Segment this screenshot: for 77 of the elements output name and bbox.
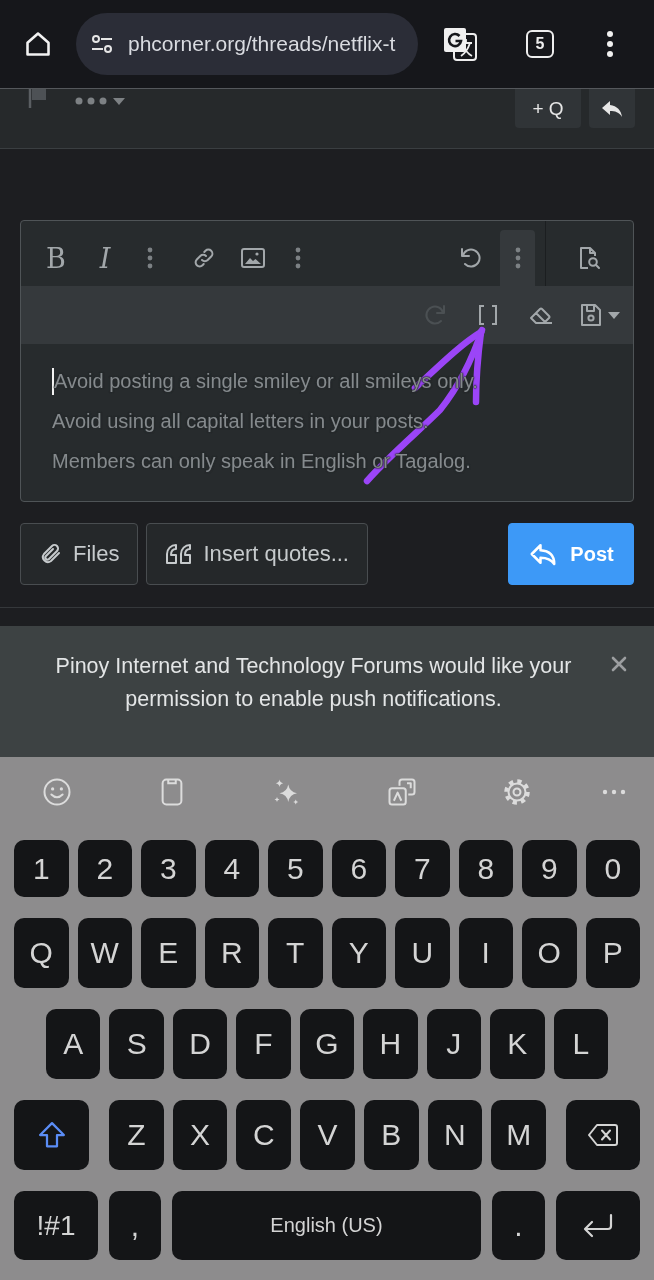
caret-icon — [607, 311, 620, 319]
keyboard-key[interactable]: R — [204, 918, 259, 988]
quote-icon — [165, 543, 194, 565]
keyboard-key[interactable]: P — [585, 918, 640, 988]
notification-text: Pinoy Internet and Technology Forums would like your permission to enable push notifications. — [54, 653, 573, 713]
keyboard-key[interactable]: 3 — [141, 840, 196, 897]
site-settings-icon[interactable] — [90, 32, 114, 56]
paperclip-icon — [39, 542, 63, 566]
keyboard-key[interactable]: 5 — [268, 840, 323, 897]
translate-icon[interactable] — [442, 26, 478, 62]
keyboard-key[interactable]: H — [363, 1009, 418, 1079]
keyboard-key[interactable]: K — [490, 1009, 545, 1079]
keyboard-key[interactable]: 1 — [14, 840, 69, 897]
keyboard-key[interactable]: J — [426, 1009, 482, 1079]
keyboard-key[interactable]: T — [268, 918, 323, 988]
keyboard-key[interactable]: N — [427, 1100, 483, 1170]
vertical-dots-icon — [514, 247, 521, 269]
keyboard-key[interactable]: X — [172, 1100, 228, 1170]
keyboard-key[interactable]: 9 — [522, 840, 577, 897]
placeholder-text: Avoid using all capital letters in your posts. — [52, 409, 429, 433]
close-icon[interactable] — [611, 656, 627, 672]
space-key[interactable]: English (US) — [172, 1191, 481, 1260]
symbols-key[interactable]: !#1 — [14, 1191, 98, 1260]
keyboard-key[interactable]: A — [46, 1009, 101, 1079]
backspace-icon — [588, 1124, 619, 1146]
tab-count-button[interactable]: 5 — [526, 30, 554, 58]
reply-button[interactable] — [589, 89, 635, 128]
bold-button[interactable]: B — [36, 230, 76, 286]
files-button[interactable]: Files — [20, 523, 139, 585]
keyboard-key[interactable]: V — [300, 1100, 355, 1170]
shift-key[interactable] — [14, 1100, 89, 1170]
redo-icon — [423, 303, 447, 327]
keyboard-key[interactable]: 4 — [204, 840, 259, 897]
italic-button[interactable]: I — [85, 230, 125, 286]
keyboard-key[interactable]: Y — [331, 918, 386, 988]
keyboard-key[interactable]: . — [492, 1191, 545, 1260]
link-icon — [192, 246, 216, 270]
keyboard-key[interactable]: 2 — [77, 840, 132, 897]
keyboard-key[interactable]: S — [109, 1009, 164, 1079]
keyboard-key[interactable]: B — [363, 1100, 419, 1170]
caret-icon[interactable] — [113, 97, 125, 105]
dots-icon[interactable] — [75, 97, 107, 105]
url-text: phcorner.org/threads/netflix-t — [128, 32, 396, 56]
menu-icon[interactable] — [606, 30, 614, 58]
undo-icon — [459, 246, 483, 270]
keyboard-key[interactable]: 8 — [458, 840, 513, 897]
save-icon — [578, 303, 603, 327]
keyboard-key[interactable]: W — [77, 918, 132, 988]
keyboard-key[interactable]: O — [522, 918, 577, 988]
keyboard-key[interactable]: 7 — [395, 840, 450, 897]
keyboard-key[interactable]: Q — [14, 918, 69, 988]
keyboard-key[interactable]: M — [491, 1100, 547, 1170]
home-icon[interactable] — [24, 30, 52, 58]
image-icon — [241, 246, 265, 270]
keyboard-key[interactable]: E — [141, 918, 196, 988]
keyboard-key[interactable]: Z — [109, 1100, 164, 1170]
keyboard-key[interactable]: G — [299, 1009, 355, 1079]
enter-key[interactable] — [556, 1191, 640, 1260]
brackets-icon — [476, 303, 500, 327]
keyboard-key[interactable]: U — [395, 918, 450, 988]
keyboard-key[interactable]: F — [236, 1009, 291, 1079]
address-bar[interactable]: phcorner.org/threads/netflix-t — [76, 13, 418, 75]
multi-quote-button[interactable]: + Q — [515, 89, 581, 128]
keyboard-key[interactable]: 0 — [585, 840, 640, 897]
backspace-key[interactable] — [566, 1100, 641, 1170]
vertical-dots-icon — [295, 247, 301, 269]
keyboard-key[interactable]: 6 — [331, 840, 386, 897]
keyboard-key[interactable]: D — [172, 1009, 228, 1079]
keyboard-key[interactable]: I — [458, 918, 513, 988]
keyboard-key[interactable]: , — [109, 1191, 161, 1260]
document-search-icon — [577, 246, 601, 270]
keyboard-key[interactable]: C — [236, 1100, 292, 1170]
more-button[interactable] — [500, 230, 535, 286]
vertical-dots-icon — [147, 247, 153, 269]
insert-quotes-button[interactable]: Insert quotes... — [146, 523, 368, 585]
enter-icon — [582, 1212, 614, 1239]
keyboard-key[interactable]: L — [553, 1009, 608, 1079]
